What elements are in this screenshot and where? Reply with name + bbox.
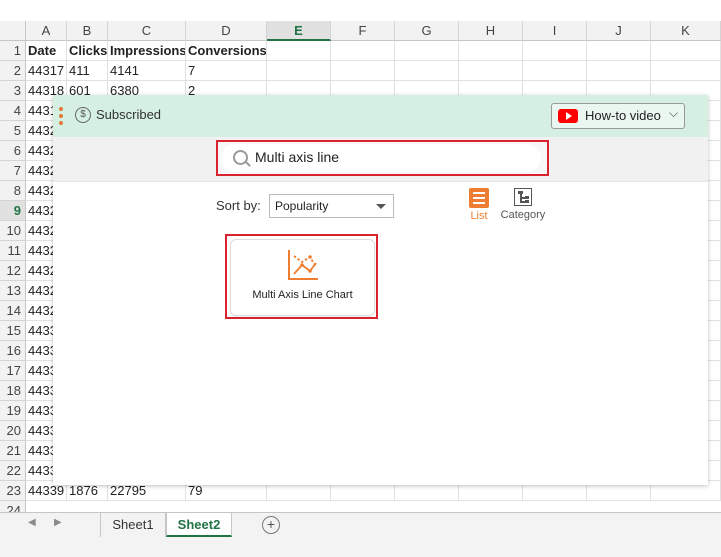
sort-by-label: Sort by: <box>216 198 261 213</box>
cell[interactable]: 44317 <box>26 61 67 81</box>
cell[interactable]: Conversions <box>186 41 267 61</box>
dollar-icon: $ <box>75 107 91 123</box>
cell[interactable] <box>267 61 331 81</box>
cell[interactable] <box>523 61 587 81</box>
column-header-g[interactable]: G <box>395 21 459 41</box>
result-card-multi-axis-line-chart[interactable]: Multi Axis Line Chart <box>230 239 375 316</box>
cell[interactable]: 411 <box>67 61 108 81</box>
chevron-down-icon: ⌵ <box>669 106 679 120</box>
row-header[interactable]: 18 <box>0 381 26 401</box>
search-highlight: Multi axis line <box>216 140 549 176</box>
row-header[interactable]: 23 <box>0 481 26 501</box>
scroll-left-icon[interactable]: ◀ <box>28 517 36 528</box>
cell[interactable] <box>523 41 587 61</box>
column-header-c[interactable]: C <box>108 21 186 41</box>
view-category-button[interactable]: Category <box>498 188 548 221</box>
cell[interactable] <box>395 41 459 61</box>
search-area: Multi axis line <box>53 137 708 182</box>
cell[interactable] <box>331 61 395 81</box>
row-header[interactable]: 21 <box>0 441 26 461</box>
column-header-b[interactable]: B <box>67 21 108 41</box>
youtube-icon <box>558 109 578 123</box>
view-list-button[interactable]: List <box>467 188 491 222</box>
row-header[interactable]: 1 <box>0 41 26 61</box>
row-header[interactable]: 9 <box>0 201 26 221</box>
category-tree-icon <box>514 188 532 206</box>
row-header[interactable]: 3 <box>0 81 26 101</box>
status-bar <box>0 538 721 557</box>
howto-video-label: How-to video <box>585 108 661 123</box>
row-header[interactable]: 8 <box>0 181 26 201</box>
row-header[interactable]: 17 <box>0 361 26 381</box>
cell[interactable]: 7 <box>186 61 267 81</box>
cell[interactable]: 4141 <box>108 61 186 81</box>
view-list-label: List <box>470 210 488 222</box>
more-options-icon[interactable] <box>59 107 63 128</box>
row-header[interactable]: 2 <box>0 61 26 81</box>
row-header[interactable]: 16 <box>0 341 26 361</box>
row-header[interactable]: 15 <box>0 321 26 341</box>
sort-by-value: Popularity <box>275 199 329 213</box>
row-header[interactable]: 20 <box>0 421 26 441</box>
row-header[interactable]: 19 <box>0 401 26 421</box>
list-icon <box>469 188 489 208</box>
cell[interactable] <box>395 61 459 81</box>
search-input-value: Multi axis line <box>255 149 340 165</box>
column-header-i[interactable]: I <box>523 21 587 41</box>
cell[interactable]: Clicks <box>67 41 108 61</box>
column-header-e[interactable]: E <box>267 21 331 41</box>
row-header[interactable]: 14 <box>0 301 26 321</box>
cell[interactable] <box>331 41 395 61</box>
cell[interactable] <box>459 41 523 61</box>
multi-axis-line-chart-icon <box>288 250 318 280</box>
result-label: Multi Axis Line Chart <box>252 289 353 301</box>
row-header[interactable]: 22 <box>0 461 26 481</box>
subscribed-label: Subscribed <box>96 107 162 122</box>
cell[interactable] <box>459 61 523 81</box>
row-header[interactable]: 5 <box>0 121 26 141</box>
sort-by-select[interactable]: Popularity <box>269 194 394 218</box>
add-sheet-icon[interactable]: + <box>262 516 280 534</box>
column-header-f[interactable]: F <box>331 21 395 41</box>
cell[interactable] <box>587 41 651 61</box>
row-header[interactable]: 12 <box>0 261 26 281</box>
cell[interactable]: Impressions <box>108 41 186 61</box>
cell[interactable] <box>267 41 331 61</box>
sheet-tab-bar: ◀ ▶ Sheet1 Sheet2 + <box>0 512 721 538</box>
row-header[interactable]: 11 <box>0 241 26 261</box>
cell[interactable] <box>651 41 721 61</box>
row-header[interactable]: 6 <box>0 141 26 161</box>
column-header-a[interactable]: A <box>26 21 67 41</box>
select-all-corner[interactable] <box>0 21 26 41</box>
search-input[interactable]: Multi axis line <box>221 144 541 172</box>
cell[interactable] <box>587 61 651 81</box>
column-header-j[interactable]: J <box>587 21 651 41</box>
row-header[interactable]: 13 <box>0 281 26 301</box>
cell[interactable]: Date <box>26 41 67 61</box>
cell[interactable] <box>651 61 721 81</box>
formula-bar-area <box>0 0 721 21</box>
search-icon <box>233 150 248 165</box>
view-category-label: Category <box>500 209 546 221</box>
sheet-tab-sheet2[interactable]: Sheet2 <box>166 513 232 537</box>
scroll-right-icon[interactable]: ▶ <box>54 517 62 528</box>
panel-header: $ Subscribed How-to video ⌵ <box>53 95 708 137</box>
result-highlight: Multi Axis Line Chart <box>225 234 378 319</box>
caret-down-icon <box>376 204 386 209</box>
column-header-k[interactable]: K <box>651 21 721 41</box>
row-header[interactable]: 7 <box>0 161 26 181</box>
column-header-d[interactable]: D <box>186 21 267 41</box>
chart-addin-panel: $ Subscribed How-to video ⌵ Multi axis l… <box>53 95 708 485</box>
row-header[interactable]: 4 <box>0 101 26 121</box>
row-header[interactable]: 10 <box>0 221 26 241</box>
column-header-h[interactable]: H <box>459 21 523 41</box>
howto-video-dropdown[interactable]: How-to video ⌵ <box>551 103 685 129</box>
sheet-tab-sheet1[interactable]: Sheet1 <box>100 513 166 537</box>
